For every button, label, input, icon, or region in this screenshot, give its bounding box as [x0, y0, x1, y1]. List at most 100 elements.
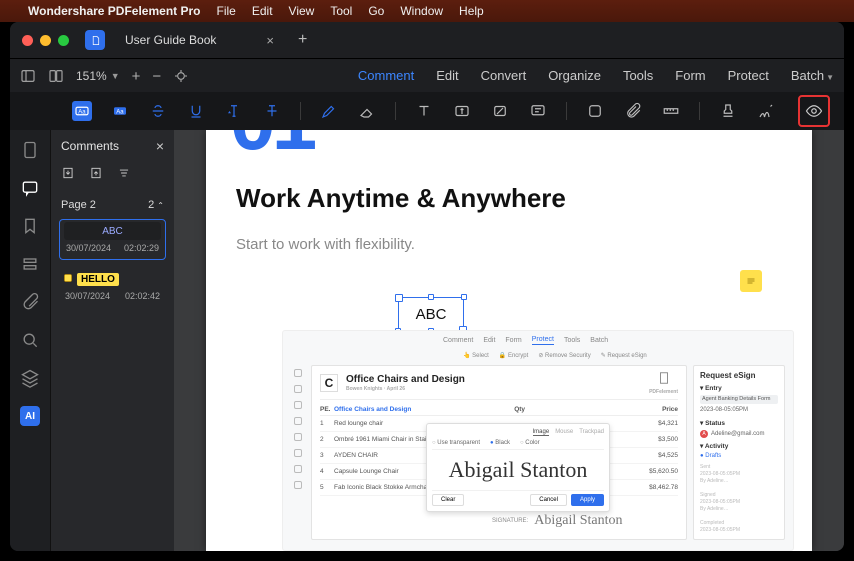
ai-panel-icon[interactable]: AI	[20, 406, 40, 426]
stamp-tool-icon[interactable]	[718, 101, 738, 121]
svg-text:Aa: Aa	[78, 109, 86, 115]
tab-form[interactable]: Form	[675, 68, 705, 83]
export-comments-icon[interactable]	[89, 166, 103, 183]
page-group-header[interactable]: Page 2 2 ⌃	[51, 193, 174, 215]
menu-tool[interactable]: Tool	[330, 4, 352, 18]
comment-time: 02:02:29	[124, 243, 159, 253]
activity-bar: AI	[10, 130, 50, 551]
page-count: 2	[148, 199, 154, 211]
search-panel-icon[interactable]	[20, 330, 40, 350]
tab-protect[interactable]: Protect	[728, 68, 769, 83]
zoom-out-icon[interactable]: −	[152, 68, 161, 84]
minimize-window[interactable]	[40, 35, 51, 46]
divider	[699, 102, 700, 120]
area-highlight-tool-icon[interactable]	[490, 101, 510, 121]
textbox-annotation[interactable]: ABC	[398, 297, 464, 331]
textbox-text: ABC	[416, 306, 447, 323]
panel-split-icon[interactable]	[48, 68, 64, 84]
comment-date: 30/07/2024	[65, 291, 110, 301]
main-tabs: Comment Edit Convert Organize Tools Form…	[358, 68, 834, 83]
filter-comments-icon[interactable]	[117, 166, 131, 183]
menu-help[interactable]: Help	[459, 4, 484, 18]
menu-go[interactable]: Go	[368, 4, 384, 18]
document-viewport[interactable]: 01 Work Anytime & Anywhere Start to work…	[174, 130, 844, 551]
embedded-screenshot: Comment Edit Form Protect Tools Batch 👆 …	[282, 330, 794, 551]
em-tab: Comment	[443, 337, 473, 344]
chevron-down-icon: ▼	[826, 73, 834, 82]
highlight-tool-icon[interactable]: Aa	[110, 101, 130, 121]
textbox-tool-icon[interactable]: Aa	[72, 101, 92, 121]
fit-icon[interactable]	[173, 68, 189, 84]
caret-tool-icon[interactable]	[414, 101, 434, 121]
panel-single-icon[interactable]	[20, 68, 36, 84]
close-window[interactable]	[22, 35, 33, 46]
tab-convert[interactable]: Convert	[481, 68, 527, 83]
signature-dialog: Image Mouse Trackpad Use transparent Bla…	[426, 423, 610, 512]
tab-edit[interactable]: Edit	[436, 68, 458, 83]
doc-title: Office Chairs and Design	[346, 374, 465, 385]
tab-add-button[interactable]: +	[284, 31, 321, 49]
tab-close-icon[interactable]: ×	[266, 33, 274, 48]
zoom-control[interactable]: 151% ▼	[76, 69, 120, 83]
comments-sidebar: Comments × Page 2 2 ⌃ ABC 30/07/2024 02:…	[50, 130, 174, 551]
underline-tool-icon[interactable]	[186, 101, 206, 121]
topbar: 151% ▼ + − Comment Edit Convert Organize…	[10, 58, 844, 92]
comment-item-1[interactable]: ABC 30/07/2024 02:02:29	[59, 219, 166, 260]
text-callout-tool-icon[interactable]	[452, 101, 472, 121]
insert-text-tool-icon[interactable]	[224, 101, 244, 121]
page-canvas: 01 Work Anytime & Anywhere Start to work…	[206, 130, 812, 551]
sidebar-title: Comments	[61, 139, 119, 153]
signature-preview: Abigail Stanton	[432, 449, 604, 491]
replace-text-tool-icon[interactable]	[262, 101, 282, 121]
layers-icon[interactable]	[20, 254, 40, 274]
tab-organize[interactable]: Organize	[548, 68, 601, 83]
maximize-window[interactable]	[58, 35, 69, 46]
document-tab[interactable]: User Guide Book ×	[115, 29, 284, 52]
divider	[395, 102, 396, 120]
sticky-note-mini-icon	[63, 272, 73, 286]
menu-window[interactable]: Window	[400, 4, 443, 18]
tab-comment[interactable]: Comment	[358, 68, 414, 83]
tab-batch[interactable]: Batch▼	[791, 68, 834, 83]
comments-panel-icon[interactable]	[20, 178, 40, 198]
page-subheading: Start to work with flexibility.	[236, 236, 782, 253]
zoom-in-icon[interactable]: +	[132, 68, 141, 84]
svg-text:Aa: Aa	[116, 109, 124, 115]
macos-menubar: Wondershare PDFelement Pro File Edit Vie…	[0, 0, 854, 22]
eraser-tool-icon[interactable]	[357, 101, 377, 121]
window-controls	[10, 35, 81, 46]
chevron-down-icon: ▼	[111, 71, 120, 81]
comment-item-2[interactable]: HELLO 30/07/2024 02:02:42	[59, 268, 166, 307]
signature-tool-icon[interactable]	[756, 101, 776, 121]
strikethrough-tool-icon[interactable]	[148, 101, 168, 121]
titlebar: User Guide Book × +	[10, 22, 844, 58]
bookmarks-icon[interactable]	[20, 216, 40, 236]
highlighter-pen-icon[interactable]	[319, 101, 339, 121]
zoom-value: 151%	[76, 69, 107, 83]
thumbnails-icon[interactable]	[20, 140, 40, 160]
shape-tool-icon[interactable]	[585, 101, 605, 121]
note-tool-icon[interactable]	[528, 101, 548, 121]
attachment-tool-icon[interactable]	[623, 101, 643, 121]
sidebar-close-icon[interactable]: ×	[156, 138, 164, 154]
em-tab: Protect	[532, 336, 554, 345]
chapter-number: 01	[230, 130, 782, 139]
chevron-up-icon: ⌃	[157, 201, 164, 210]
import-comments-icon[interactable]	[61, 166, 75, 183]
comment-preview: HELLO	[77, 273, 119, 286]
hide-annotations-button[interactable]	[798, 95, 830, 127]
measure-tool-icon[interactable]	[661, 101, 681, 121]
stack-icon[interactable]	[20, 368, 40, 388]
em-tab: Tools	[564, 337, 580, 344]
page-heading: Work Anytime & Anywhere	[236, 183, 782, 214]
app-icon	[85, 30, 105, 50]
divider	[300, 102, 301, 120]
app-name: Wondershare PDFelement Pro	[28, 4, 201, 18]
menu-file[interactable]: File	[217, 4, 236, 18]
esign-panel: Request eSign ▾ Entry Agent Banking Deta…	[693, 365, 785, 540]
tab-tools[interactable]: Tools	[623, 68, 653, 83]
attachments-panel-icon[interactable]	[20, 292, 40, 312]
menu-edit[interactable]: Edit	[252, 4, 273, 18]
menu-view[interactable]: View	[289, 4, 315, 18]
sticky-note-annotation[interactable]	[740, 270, 762, 292]
